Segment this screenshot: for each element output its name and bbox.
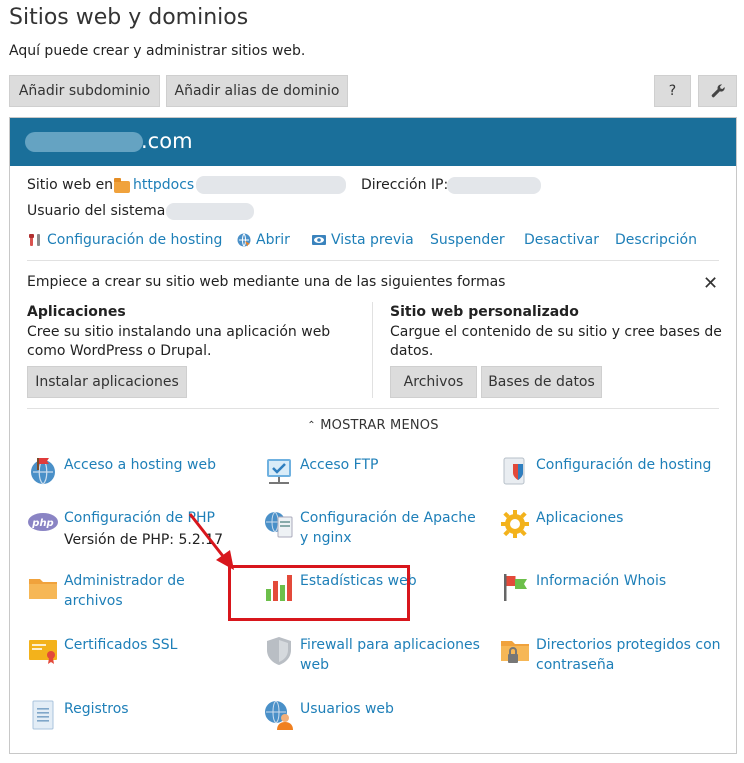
chevron-up-icon: ⌃ [307, 420, 316, 431]
tool-label: Aplicaciones [536, 510, 624, 526]
tool-web-users[interactable]: Usuarios web [263, 699, 394, 731]
tool-label-line2: archivos [64, 593, 123, 609]
redacted-path [196, 176, 346, 194]
add-subdomain-button[interactable]: Añadir subdominio [9, 75, 160, 107]
divider [27, 260, 719, 261]
redacted-domain-name [25, 132, 143, 152]
files-button[interactable]: Archivos [390, 366, 477, 398]
highlight-box [228, 565, 410, 621]
protected-dir-icon [499, 635, 531, 667]
tool-protected-directories[interactable]: Directorios protegidos con contraseña [499, 635, 721, 675]
custom-site-title: Sitio web personalizado [390, 304, 579, 320]
tool-label-line2: y nginx [300, 530, 352, 546]
custom-desc-line2: datos. [390, 343, 434, 359]
databases-button[interactable]: Bases de datos [481, 366, 602, 398]
redacted-ip [447, 177, 541, 194]
page-description: Aquí puede crear y administrar sitios we… [9, 43, 306, 59]
applications-gear-icon [499, 508, 531, 540]
tool-hosting-settings[interactable]: Configuración de hosting [499, 455, 711, 487]
tool-label: Acceso a hosting web [64, 457, 216, 473]
tool-label-line2: web [300, 657, 329, 673]
tool-label: Administrador de [64, 573, 185, 589]
description-link[interactable]: Descripción [615, 232, 697, 248]
firewall-shield-icon [263, 635, 295, 667]
logs-icon [27, 699, 59, 731]
close-icon[interactable]: ✕ [703, 273, 718, 294]
getting-started-heading: Empiece a crear su sitio web mediante un… [27, 274, 506, 290]
apache-nginx-icon [263, 508, 295, 540]
tool-label: Acceso FTP [300, 457, 379, 473]
open-link[interactable]: Abrir [236, 232, 290, 248]
tool-label: Información Whois [536, 573, 667, 589]
preview-icon [311, 232, 327, 248]
add-domain-alias-button[interactable]: Añadir alias de dominio [166, 75, 348, 107]
ip-label: Dirección IP: [361, 177, 449, 193]
tool-hosting-access[interactable]: Acceso a hosting web [27, 455, 216, 487]
redacted-user [166, 203, 254, 220]
apps-title: Aplicaciones [27, 304, 126, 320]
tool-label: Configuración de hosting [536, 457, 712, 473]
deactivate-link[interactable]: Desactivar [524, 232, 599, 248]
help-button[interactable]: ? [654, 75, 691, 107]
apps-description: Cree su sitio instalando una aplicación … [27, 323, 330, 361]
tool-ssl-certificates[interactable]: Certificados SSL [27, 635, 177, 667]
tool-apache-nginx[interactable]: Configuración de Apache y nginx [263, 508, 476, 548]
tool-label-line2: contraseña [536, 657, 615, 673]
tool-web-app-firewall[interactable]: Firewall para aplicaciones web [263, 635, 480, 675]
domain-name[interactable]: .com [141, 129, 193, 153]
whois-flag-icon [499, 571, 531, 603]
website-at-label: Sitio web en [27, 177, 114, 193]
svg-text:php: php [31, 518, 53, 529]
apps-desc-line1: Cree su sitio instalando una aplicación … [27, 324, 331, 340]
tool-label: Registros [64, 701, 129, 717]
website-folder-link[interactable]: httpdocs [133, 177, 194, 193]
tools-icon [27, 232, 43, 248]
php-icon: php [27, 508, 59, 540]
column-separator [372, 302, 373, 398]
tool-label: Directorios protegidos con [536, 637, 721, 653]
install-apps-button[interactable]: Instalar aplicaciones [27, 366, 187, 398]
domain-panel: .com Sitio web en httpdocs Dirección IP:… [9, 117, 737, 754]
quick-link-label: Configuración de hosting [47, 232, 223, 248]
tool-applications[interactable]: Aplicaciones [499, 508, 623, 540]
hosting-access-icon [27, 455, 59, 487]
tool-label: Usuarios web [300, 701, 394, 717]
wrench-icon [711, 84, 725, 98]
file-manager-icon [27, 571, 59, 603]
hosting-settings-icon [499, 455, 531, 487]
page-title: Sitios web y dominios [9, 5, 249, 30]
tool-label: Configuración de Apache [300, 510, 476, 526]
tool-label: Firewall para aplicaciones [300, 637, 480, 653]
domain-header: .com [10, 118, 736, 166]
settings-button[interactable] [698, 75, 737, 107]
custom-site-description: Cargue el contenido de su sitio y cree b… [390, 323, 722, 361]
quick-link-label: Abrir [256, 232, 290, 248]
divider [27, 408, 719, 409]
custom-desc-line1: Cargue el contenido de su sitio y cree b… [390, 324, 722, 340]
ssl-certificate-icon [27, 635, 59, 667]
globe-open-icon [236, 232, 252, 248]
suspend-link[interactable]: Suspender [430, 232, 505, 248]
tool-file-manager[interactable]: Administrador de archivos [27, 571, 185, 611]
tool-logs[interactable]: Registros [27, 699, 129, 731]
folder-icon [114, 178, 130, 193]
web-users-icon [263, 699, 295, 731]
system-user-label: Usuario del sistema: [27, 203, 171, 219]
tool-ftp-access[interactable]: Acceso FTP [263, 455, 378, 487]
tool-whois[interactable]: Información Whois [499, 571, 666, 603]
hosting-settings-link[interactable]: Configuración de hosting [27, 232, 222, 248]
apps-desc-line2: como WordPress o Drupal. [27, 343, 212, 359]
preview-link[interactable]: Vista previa [311, 232, 414, 248]
tool-label: Certificados SSL [64, 637, 178, 653]
show-less-toggle[interactable]: ⌃ MOSTRAR MENOS [10, 418, 736, 433]
annotation-arrow [188, 513, 234, 570]
quick-link-label: Vista previa [331, 232, 414, 248]
show-less-label: MOSTRAR MENOS [320, 418, 439, 433]
ftp-icon [263, 455, 295, 487]
